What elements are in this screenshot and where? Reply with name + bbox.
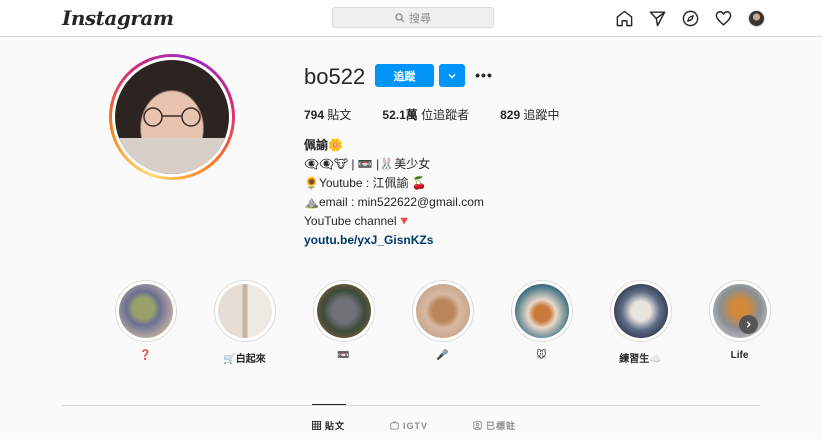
tab-posts[interactable]: 貼文 [312,419,345,432]
highlight-ring [114,280,177,342]
tagged-icon [473,421,482,430]
highlight-item[interactable]: 練習生☁️ [591,280,690,365]
highlight-item[interactable]: 🐭 [492,280,591,365]
nav-avatar-image [747,9,765,27]
highlight-label: 🛒白起來 [223,354,266,365]
bio-link[interactable]: youtu.be/yxJ_GisnKZs [304,231,484,250]
highlight-label: 📼 [337,350,350,361]
highlight-item[interactable]: 🎤 [393,280,492,365]
highlight-label: ❓ [139,350,152,361]
activity-icon[interactable] [712,7,734,29]
chevron-right-icon [746,321,751,328]
bio-line-1: 👁️‍🗨️👁️‍🗨️🐮 | 📼 |🐰美少女 [304,157,431,171]
highlights-next-button[interactable] [739,315,758,334]
search-icon [395,12,405,22]
highlight-ring [510,280,573,342]
highlight-label: 練習生☁️ [619,354,662,365]
highlight-ring [213,280,276,342]
followers-stat[interactable]: 52.1萬 位追蹤者 [382,106,469,123]
profile-avatar[interactable] [745,7,767,29]
following-stat[interactable]: 829 追蹤中 [500,106,559,123]
avatar-foreground [115,138,229,174]
active-tab-indicator [312,404,346,405]
instagram-logo[interactable]: Instagram [62,6,174,30]
search-placeholder: 搜尋 [409,12,431,25]
highlight-ring [708,280,771,342]
explore-icon[interactable] [679,7,701,29]
highlight-item[interactable]: 📼 [294,280,393,365]
posts-label: 貼文 [327,108,352,122]
tab-tagged-label: 已標註 [486,421,517,431]
follow-button[interactable]: 追蹤 [375,64,434,87]
highlight-cover [613,284,668,338]
profile-username: bo522 [304,64,366,89]
posts-stat: 794 貼文 [304,106,351,123]
following-count: 829 [500,108,521,122]
highlight-cover [316,284,371,338]
highlight-ring [411,280,474,342]
profile-avatar-photo [115,60,229,174]
highlight-label: 🎤 [436,350,449,361]
following-label: 追蹤中 [523,108,560,122]
highlight-ring [609,280,672,342]
profile-avatar-ring[interactable] [109,54,235,180]
highlight-cover [514,284,569,338]
highlight-label: 🐭 [536,350,547,361]
profile-tabs: 貼文 IGTV 已標註 [312,419,516,432]
highlight-cover [712,284,767,338]
profile-stats: 794 貼文 52.1萬 位追蹤者 829 追蹤中 [304,106,591,123]
highlight-cover [217,284,272,338]
highlight-item[interactable]: ❓ [96,280,195,365]
bio-line-4: YouTube channel🔻 [304,214,412,228]
top-nav: Instagram 搜尋 [0,0,822,37]
grid-icon [312,421,321,430]
posts-count: 794 [304,108,325,122]
chevron-down-icon [448,73,456,79]
tab-tagged[interactable]: 已標註 [473,419,516,432]
more-options-button[interactable]: ••• [474,65,494,85]
highlight-cover [118,284,173,338]
profile-full-name: 佩諭🌼 [304,138,343,152]
followers-count: 52.1萬 [382,108,418,122]
tab-posts-label: 貼文 [325,421,346,431]
followers-label: 位追蹤者 [421,108,470,122]
highlight-label: Life [730,350,749,361]
profile-bio: 佩諭🌼 👁️‍🗨️👁️‍🗨️🐮 | 📼 |🐰美少女 🌻Youtube : 江佩諭… [304,136,484,250]
search-input[interactable]: 搜尋 [332,7,494,28]
glasses-graphic [143,107,201,127]
bio-line-3: ⛰️email : min522622@gmail.com [304,195,484,209]
direct-icon[interactable] [646,7,668,29]
nav-icons [613,7,767,29]
tab-igtv-label: IGTV [403,420,429,431]
tab-igtv[interactable]: IGTV [390,419,428,432]
home-icon[interactable] [613,7,635,29]
igtv-icon [390,421,399,430]
highlight-ring [312,280,375,342]
suggested-dropdown-button[interactable] [439,64,465,87]
bio-line-2: 🌻Youtube : 江佩諭 🍒 [304,176,427,190]
highlight-item[interactable]: 🛒白起來 [195,280,294,365]
story-highlights: ❓ 🛒白起來 📼 🎤 🐭 練習生☁️ Life [96,280,789,365]
profile-avatar-frame [112,57,232,177]
highlight-cover [415,284,470,338]
tabs-divider [62,405,760,406]
